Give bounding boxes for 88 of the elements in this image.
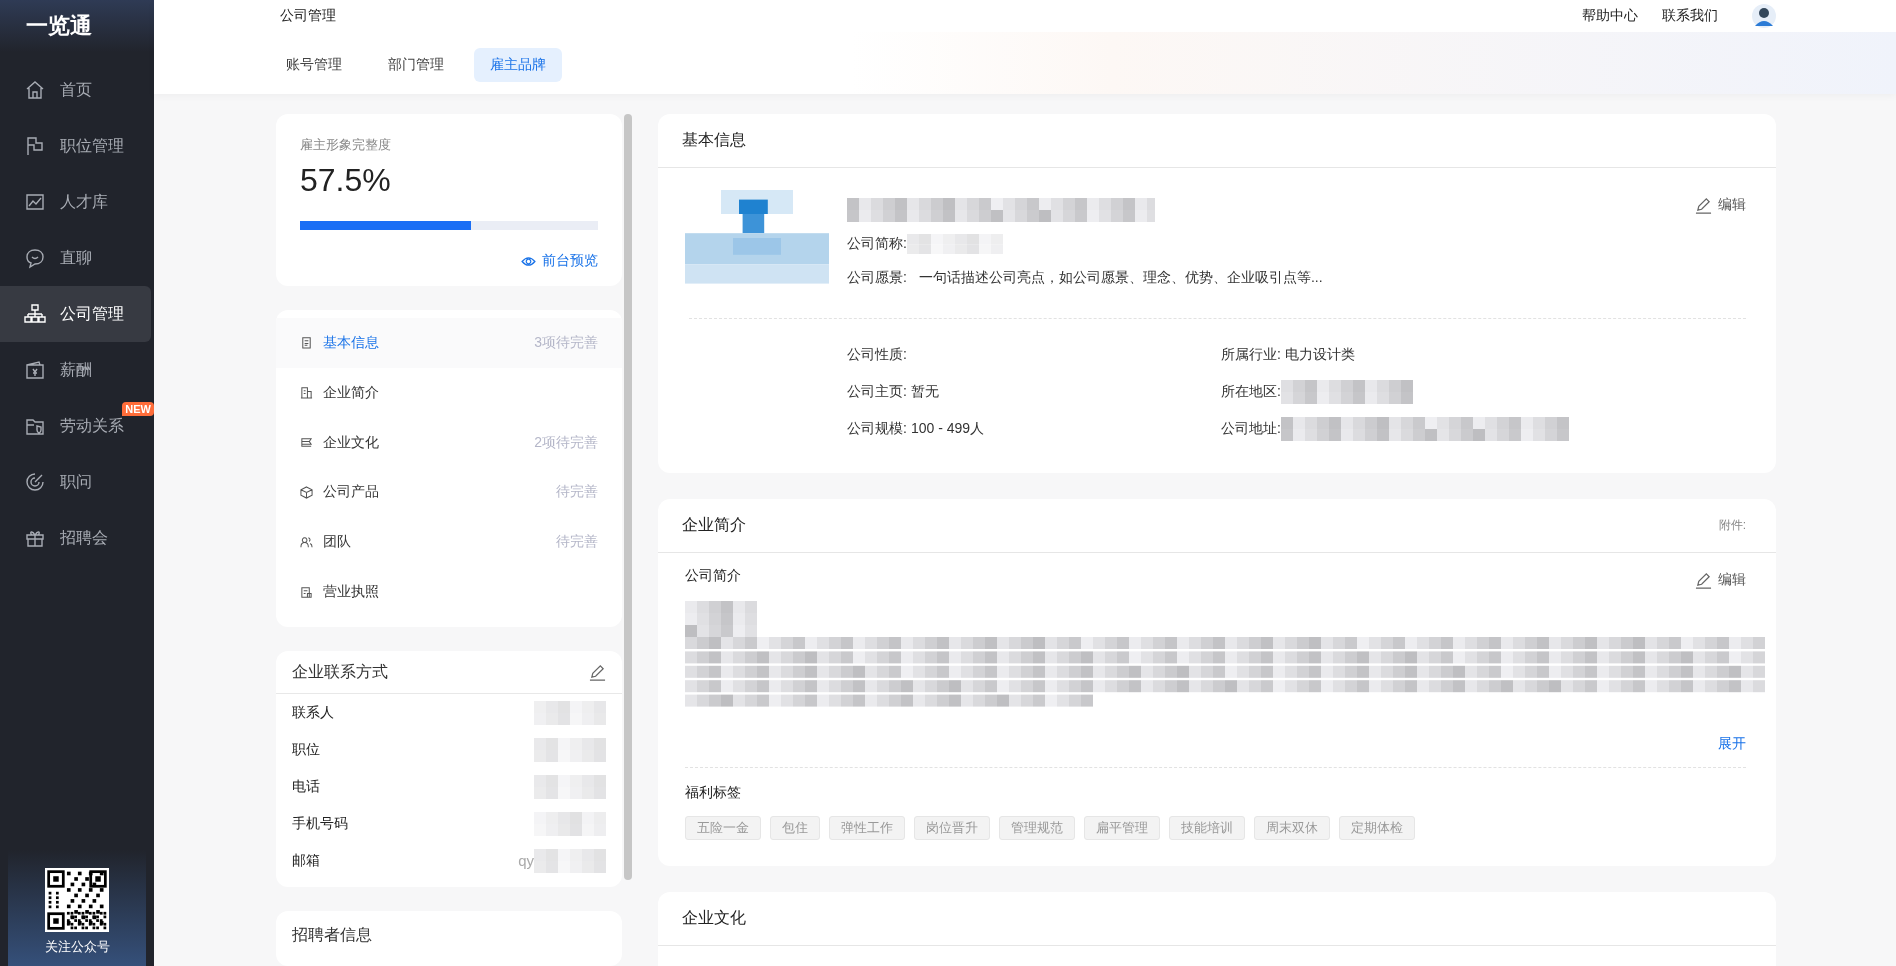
box-icon: [300, 485, 313, 499]
field-label: 公司简称:: [847, 235, 907, 253]
field-label: 公司性质:: [847, 346, 907, 364]
benefit-tag: 弹性工作: [829, 816, 905, 840]
benefit-tag: 周末双休: [1254, 816, 1330, 840]
scrollbar[interactable]: [624, 114, 632, 880]
license-icon: [300, 585, 313, 599]
field-value: 一句话描述公司亮点，如公司愿景、理念、优势、企业吸引点等...: [918, 269, 1323, 287]
target-icon: [24, 471, 46, 493]
contact-value: qy: [518, 852, 535, 869]
completeness-label: 雇主形象完整度: [300, 136, 392, 154]
tab[interactable]: 雇主品牌: [474, 48, 562, 82]
chart-icon: [24, 191, 46, 213]
header-link[interactable]: 帮助中心: [1582, 7, 1638, 25]
subsection-title: 公司简介: [685, 567, 741, 585]
expand-link[interactable]: 展开: [1718, 735, 1746, 753]
benefit-tag: 定期体检: [1339, 816, 1415, 840]
nav-item[interactable]: 劳动关系 NEW: [0, 398, 151, 454]
contact-label: 手机号码: [292, 814, 348, 833]
field-label: 所在地区:: [1221, 383, 1281, 401]
section-label: 营业执照: [323, 583, 380, 602]
nav-item[interactable]: 直聊: [0, 230, 151, 286]
layers-icon: [300, 436, 313, 450]
contact-label: 联系人: [292, 703, 334, 722]
field-label: 公司地址:: [1221, 420, 1281, 438]
edit-button[interactable]: 编辑: [1695, 567, 1746, 593]
eye-icon: [521, 255, 537, 267]
field-label: 公司愿景:: [847, 269, 907, 287]
nav-item[interactable]: 职位管理: [0, 118, 151, 174]
card-title: 企业联系方式: [292, 661, 388, 682]
contact-label: 邮箱: [292, 851, 320, 870]
contact-label: 电话: [292, 777, 320, 796]
card-title: 企业简介: [682, 515, 746, 535]
nav-item[interactable]: 薪酬: [0, 342, 151, 398]
field-label: 所属行业:: [1221, 346, 1281, 364]
field-label: 公司主页:: [847, 383, 907, 401]
section-status: 2项待完善: [534, 433, 599, 452]
section-label: 团队: [323, 533, 352, 552]
benefit-tag: 管理规范: [999, 816, 1075, 840]
section-label: 企业简介: [323, 383, 380, 402]
field-value: 暂无: [910, 383, 939, 401]
flag-icon: [24, 135, 46, 157]
chat-icon: [24, 247, 46, 269]
edit-icon: [1695, 196, 1712, 214]
section-item[interactable]: 基本信息 3项待完善: [276, 318, 623, 368]
qr-code-icon: [45, 868, 109, 932]
card-title: 基本信息: [682, 130, 746, 150]
section-status: 待完善: [556, 533, 599, 552]
home-icon: [24, 79, 46, 101]
clipboard-icon: [300, 336, 313, 350]
org-icon: [24, 303, 46, 325]
field-label: 公司规模:: [847, 420, 907, 438]
header-link[interactable]: 联系我们: [1662, 7, 1718, 25]
new-badge: NEW: [122, 402, 154, 416]
qr-caption: 关注公众号: [44, 938, 110, 956]
field-value: 电力设计类: [1284, 346, 1355, 364]
people-icon: [300, 535, 313, 549]
section-label: 基本信息: [323, 333, 380, 352]
nav-item[interactable]: 招聘会: [0, 510, 151, 566]
section-status: 待完善: [556, 483, 599, 502]
benefit-tag: 包住: [770, 816, 820, 840]
building-icon: [300, 386, 313, 400]
wallet-icon: [24, 359, 46, 381]
nav-item[interactable]: 首页: [0, 62, 151, 118]
page-title: 公司管理: [280, 7, 336, 25]
nav-item[interactable]: 人才库: [0, 174, 151, 230]
completeness-value: 57.5%: [300, 162, 392, 199]
edit-icon: [1695, 571, 1712, 589]
preview-link[interactable]: 前台预览: [521, 252, 599, 270]
nav-item[interactable]: 公司管理: [0, 286, 151, 342]
section-label: 公司产品: [323, 483, 380, 502]
subsection-title: 福利标签: [685, 784, 742, 802]
benefit-tag: 岗位晋升: [914, 816, 990, 840]
avatar-icon[interactable]: [1752, 4, 1776, 28]
tab[interactable]: 账号管理: [270, 48, 358, 82]
section-label: 企业文化: [323, 433, 380, 452]
contact-label: 职位: [292, 740, 320, 759]
edit-button[interactable]: 编辑: [1695, 192, 1746, 218]
tab[interactable]: 部门管理: [372, 48, 460, 82]
nav-item[interactable]: 职问: [0, 454, 151, 510]
section-status: 3项待完善: [534, 333, 599, 352]
edit-icon[interactable]: [589, 663, 607, 681]
card-title: 企业文化: [682, 908, 746, 928]
attachment-label: 附件:: [1718, 517, 1746, 534]
benefit-tag: 技能培训: [1169, 816, 1245, 840]
field-value: 100 - 499人: [910, 420, 985, 438]
benefit-tag: 扁平管理: [1084, 816, 1160, 840]
card-title: 招聘者信息: [292, 925, 373, 945]
